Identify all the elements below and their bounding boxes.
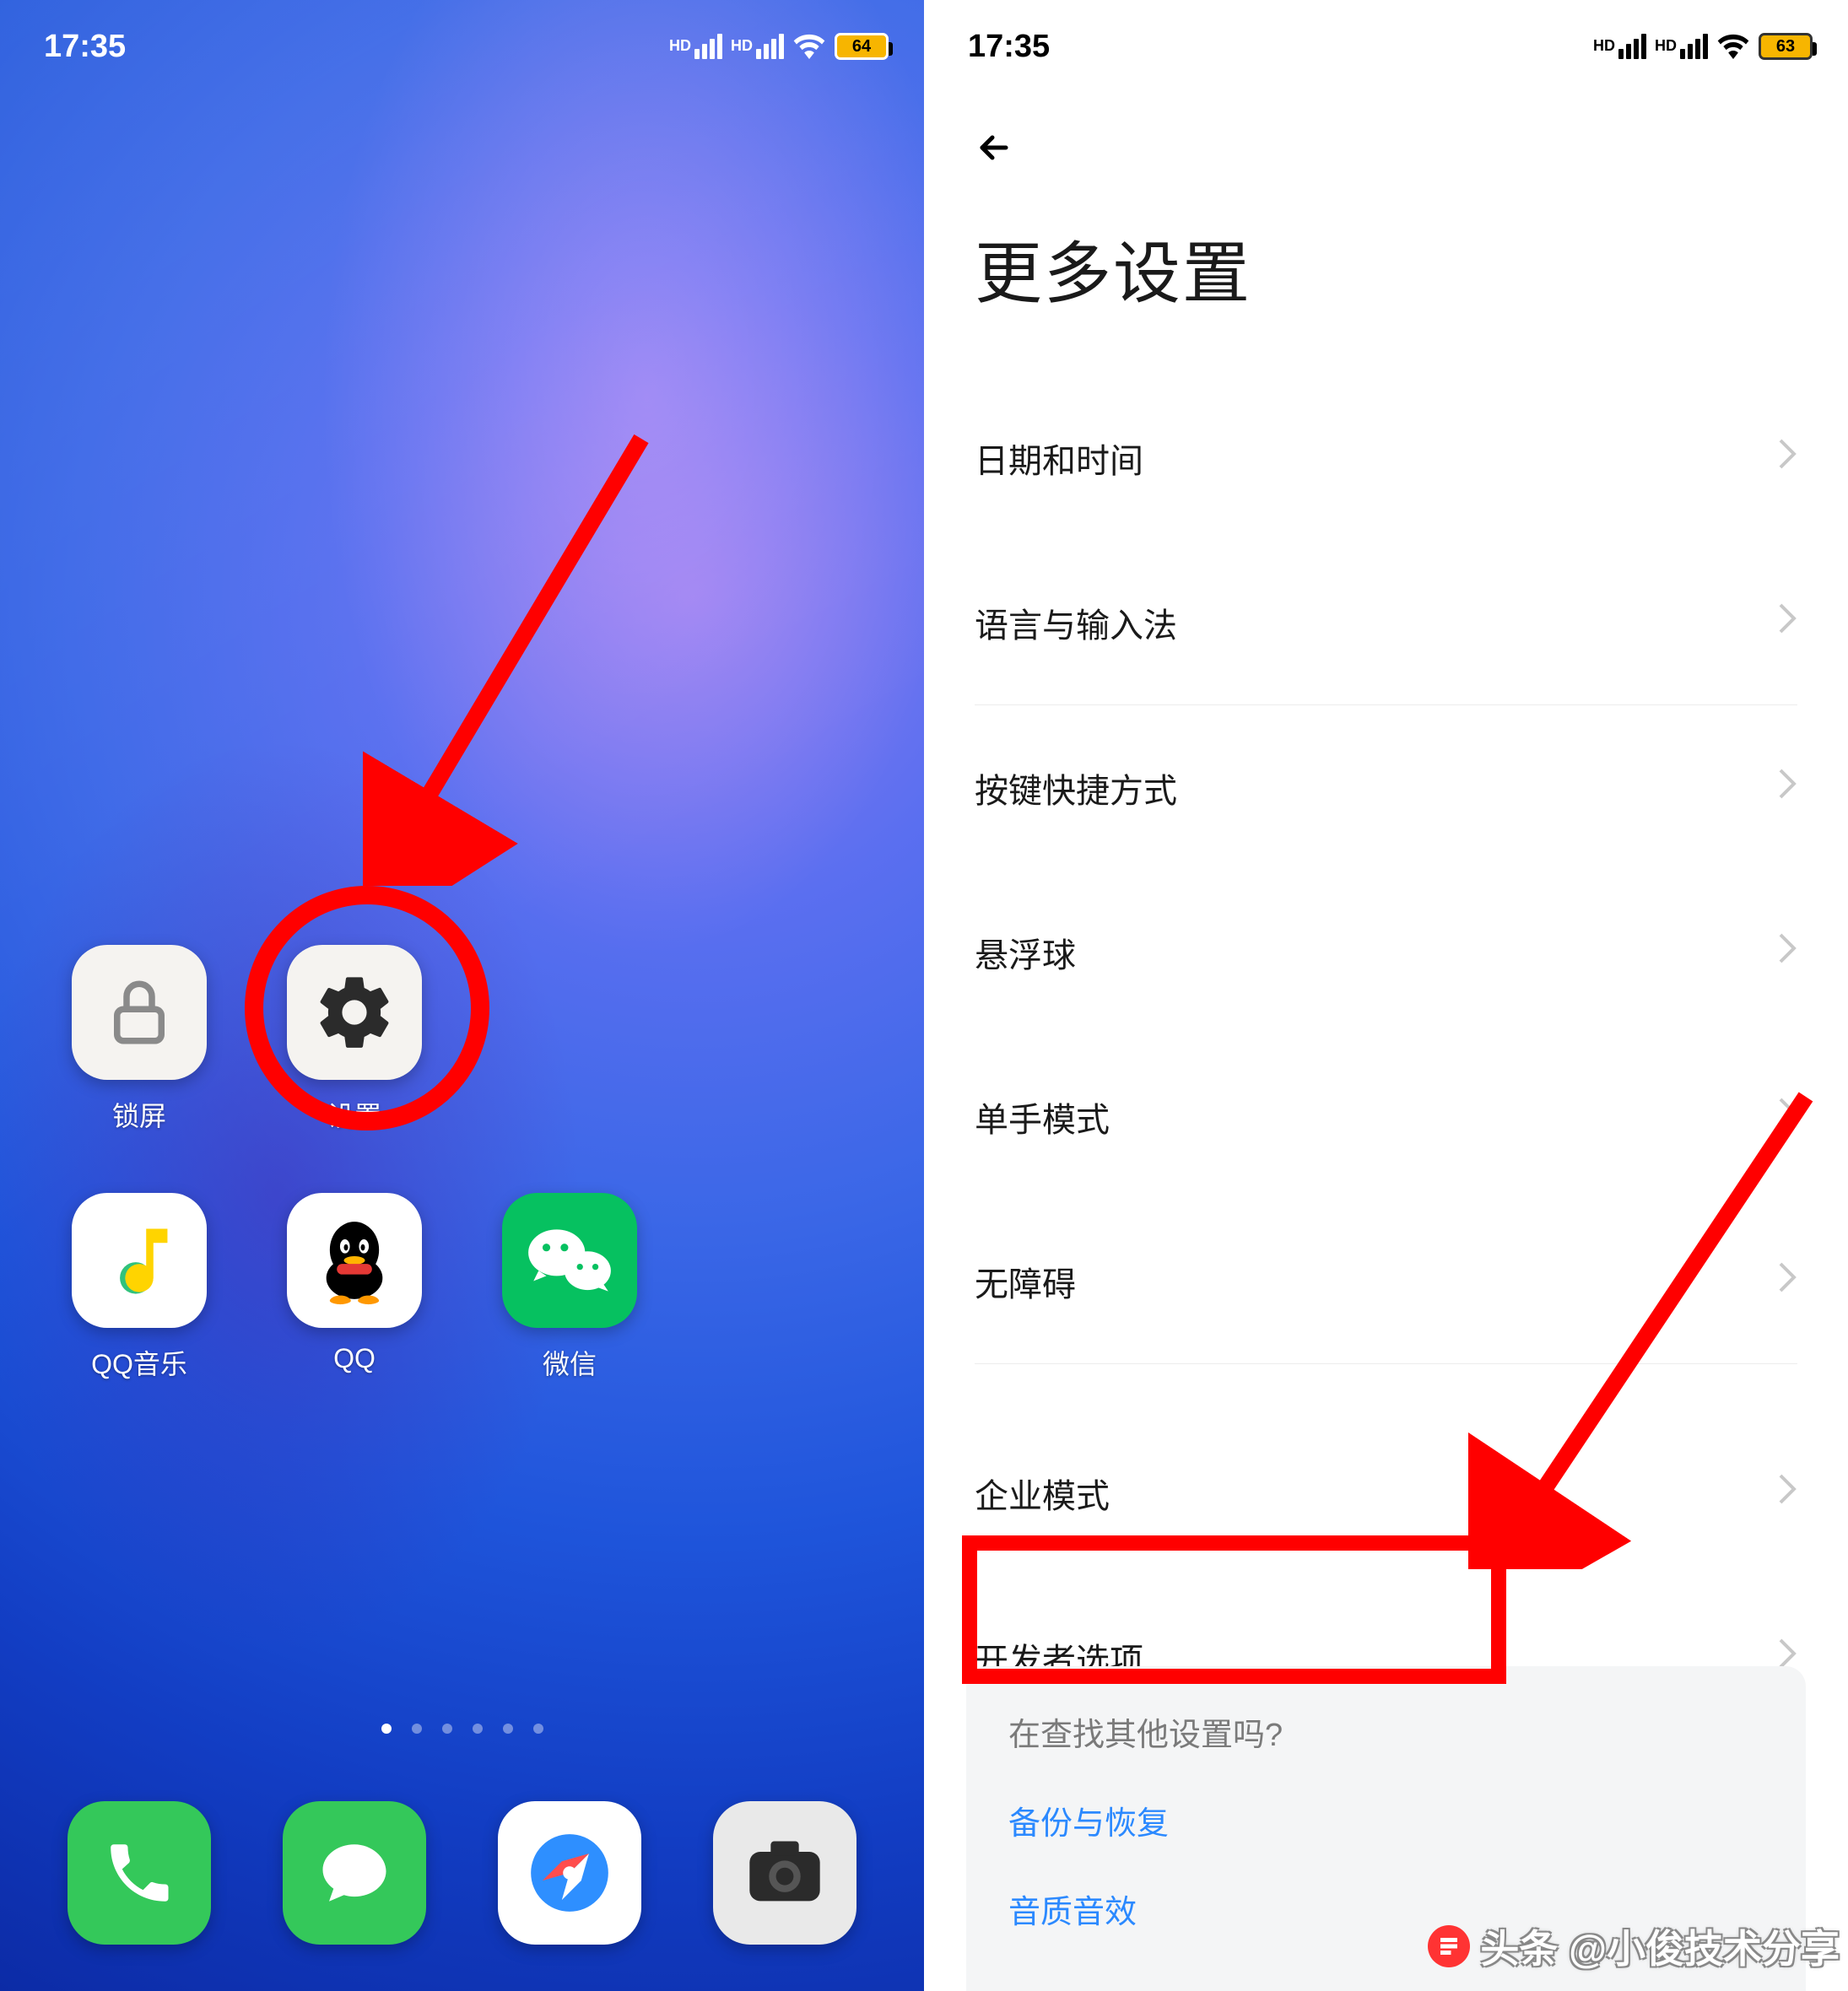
app-label: 锁屏 <box>112 1095 166 1134</box>
annotation-arrow-icon <box>363 422 658 886</box>
dock-app-browser[interactable] <box>498 1801 641 1945</box>
settings-item-onehand[interactable]: 单手模式 <box>924 1034 1848 1199</box>
dock-app-camera[interactable] <box>713 1801 856 1945</box>
settings-item-label: 悬浮球 <box>975 928 1076 977</box>
settings-item-shortcut[interactable]: 按键快捷方式 <box>924 705 1848 870</box>
settings-item-label: 企业模式 <box>975 1469 1110 1518</box>
app-settings[interactable]: 设置 <box>266 945 443 1134</box>
phone-settings-screen: 17:35 HD HD 63 更多设置 日期和时间 <box>924 0 1848 1991</box>
dock-app-messages[interactable] <box>283 1801 426 1945</box>
settings-item-label: 按键快捷方式 <box>975 763 1177 812</box>
settings-item-accessibility[interactable]: 无障碍 <box>924 1199 1848 1363</box>
home-app-grid: 锁屏 设置 QQ音乐 QQ 微信 <box>51 945 873 1382</box>
chevron-right-icon <box>1777 1472 1797 1514</box>
watermark-text: 头条 @小俊技术分享 <box>1480 1918 1840 1974</box>
chevron-right-icon <box>1777 437 1797 479</box>
signal-1-icon: HD <box>1593 34 1646 59</box>
dock <box>51 1801 873 1945</box>
app-wechat[interactable]: 微信 <box>481 1193 658 1382</box>
signal-1-icon: HD <box>669 34 722 59</box>
settings-item-label: 单手模式 <box>975 1093 1110 1141</box>
settings-item-label: 语言与输入法 <box>975 598 1177 647</box>
app-qqmusic[interactable]: QQ音乐 <box>51 1193 228 1382</box>
status-icons: HD HD 64 <box>669 30 889 63</box>
app-lock[interactable]: 锁屏 <box>51 945 228 1134</box>
status-time: 17:35 <box>44 29 126 65</box>
chevron-right-icon <box>1777 1096 1797 1138</box>
app-label: QQ音乐 <box>91 1343 187 1382</box>
more-settings-question: 在查找其他设置吗? <box>1008 1708 1764 1755</box>
chevron-right-icon <box>1777 767 1797 809</box>
status-icons: HD HD 63 <box>1593 30 1813 63</box>
qq-icon <box>287 1193 422 1328</box>
signal-2-icon: HD <box>731 34 784 59</box>
battery-icon: 63 <box>1759 33 1813 60</box>
phone-home-screen: 17:35 HD HD 64 锁屏 <box>0 0 924 1991</box>
app-qq[interactable]: QQ <box>266 1193 443 1382</box>
qqmusic-icon <box>72 1193 207 1328</box>
wifi-icon <box>792 30 826 63</box>
settings-item-label: 无障碍 <box>975 1257 1076 1306</box>
wifi-icon <box>1716 30 1750 63</box>
battery-icon: 64 <box>835 33 889 60</box>
app-label: 微信 <box>543 1343 597 1382</box>
chevron-right-icon <box>1777 931 1797 974</box>
status-bar: 17:35 HD HD 64 <box>0 0 924 93</box>
toutiao-logo-icon <box>1428 1925 1470 1967</box>
status-bar: 17:35 HD HD 63 <box>924 0 1848 93</box>
watermark: 头条 @小俊技术分享 <box>1428 1918 1840 1974</box>
chevron-right-icon <box>1777 1260 1797 1303</box>
wechat-icon <box>502 1193 637 1328</box>
link-backup-restore[interactable]: 备份与恢复 <box>1008 1797 1764 1843</box>
back-button[interactable] <box>965 118 1024 177</box>
settings-item-datetime[interactable]: 日期和时间 <box>924 375 1848 540</box>
app-label: 设置 <box>327 1095 381 1134</box>
app-label: QQ <box>333 1343 376 1374</box>
settings-list: 日期和时间 语言与输入法 按键快捷方式 悬浮球 单手模式 无障碍 企业模式 <box>924 375 1848 1740</box>
settings-item-floatball[interactable]: 悬浮球 <box>924 870 1848 1034</box>
settings-item-enterprise[interactable]: 企业模式 <box>924 1411 1848 1575</box>
status-time: 17:35 <box>968 29 1050 65</box>
lock-icon <box>72 945 207 1080</box>
gear-icon <box>287 945 422 1080</box>
page-title: 更多设置 <box>975 219 1251 317</box>
settings-item-language[interactable]: 语言与输入法 <box>924 540 1848 704</box>
dock-app-phone[interactable] <box>68 1801 211 1945</box>
signal-2-icon: HD <box>1655 34 1708 59</box>
page-indicator[interactable] <box>0 1724 924 1734</box>
chevron-right-icon <box>1777 602 1797 644</box>
settings-item-label: 日期和时间 <box>975 434 1143 483</box>
